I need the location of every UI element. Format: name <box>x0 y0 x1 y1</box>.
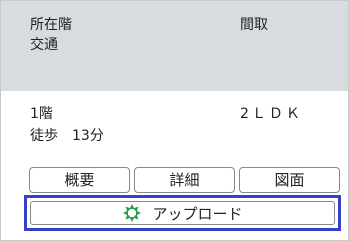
upload-button[interactable]: アップロード <box>30 201 335 225</box>
header-access-label: 交通 <box>30 37 58 53</box>
header-floor-access: 所在階 交通 <box>30 15 72 55</box>
card-header: 所在階 交通 間取 <box>1 1 348 91</box>
access-value: 徒歩 13分 <box>30 128 104 144</box>
upload-button-label: アップロード <box>152 204 243 223</box>
loading-spinner-icon <box>122 203 142 223</box>
header-floor-label: 所在階 <box>30 17 72 33</box>
floor-plan-button[interactable]: 図面 <box>239 167 340 193</box>
detail-button[interactable]: 詳細 <box>134 167 235 193</box>
header-layout-label: 間取 <box>240 17 268 33</box>
layout-value: 2ＬＤＫ <box>240 106 303 122</box>
overview-button[interactable]: 概要 <box>29 167 130 193</box>
floor-value: 1階 <box>30 106 53 122</box>
upload-focus-frame: アップロード <box>24 195 341 231</box>
